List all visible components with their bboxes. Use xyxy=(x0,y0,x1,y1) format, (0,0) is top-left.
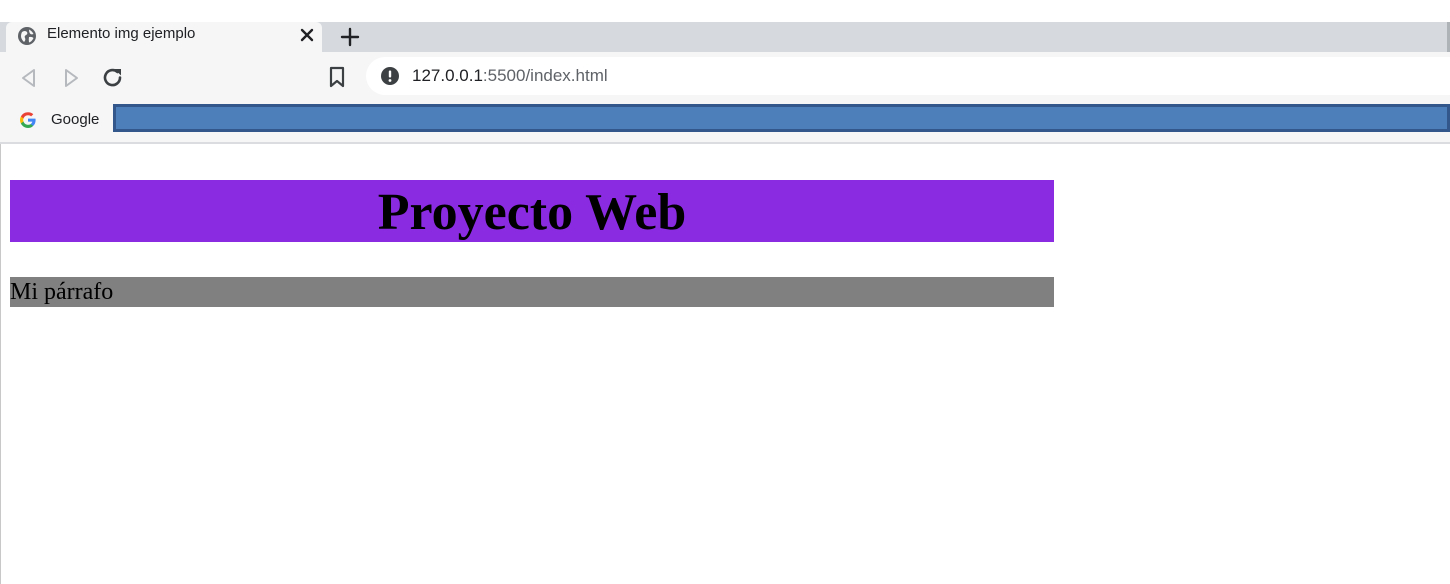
tab-elemento-img-ejemplo[interactable]: Elemento img ejemplo xyxy=(6,22,322,52)
page-paragraph: Mi párrafo xyxy=(10,277,1054,307)
tab-title: Elemento img ejemplo xyxy=(47,25,196,42)
page-header: Proyecto Web xyxy=(10,180,1054,242)
close-tab-icon[interactable] xyxy=(297,25,317,45)
address-bar[interactable]: 127.0.0.1:5500/index.html xyxy=(366,57,1450,95)
new-tab-plus-icon[interactable] xyxy=(337,24,363,50)
globe-icon xyxy=(18,27,36,45)
bookmark-google[interactable]: Google xyxy=(51,109,99,131)
reload-icon[interactable] xyxy=(100,65,126,91)
window-left-edge xyxy=(0,144,1,584)
url-host: 127.0.0.1 xyxy=(412,66,483,85)
forward-arrow-icon[interactable] xyxy=(58,65,84,91)
info-icon[interactable] xyxy=(380,66,400,86)
tab-strip: Elemento img ejemplo xyxy=(0,22,1450,54)
browser-toolbar: 127.0.0.1:5500/index.html xyxy=(0,52,1450,102)
bookmarks-bar: Google xyxy=(0,102,1450,142)
page-title: Proyecto Web xyxy=(377,184,687,241)
back-arrow-icon[interactable] xyxy=(16,65,42,91)
page-viewport: Proyecto Web Mi párrafo xyxy=(0,144,1450,584)
url-text[interactable]: 127.0.0.1:5500/index.html xyxy=(412,65,608,87)
url-path: :5500/index.html xyxy=(482,66,608,85)
google-g-icon xyxy=(20,112,36,128)
window-top-gap xyxy=(0,0,1450,22)
bookmarks-bar-highlight[interactable] xyxy=(113,104,1450,132)
bookmark-icon[interactable] xyxy=(325,64,349,90)
